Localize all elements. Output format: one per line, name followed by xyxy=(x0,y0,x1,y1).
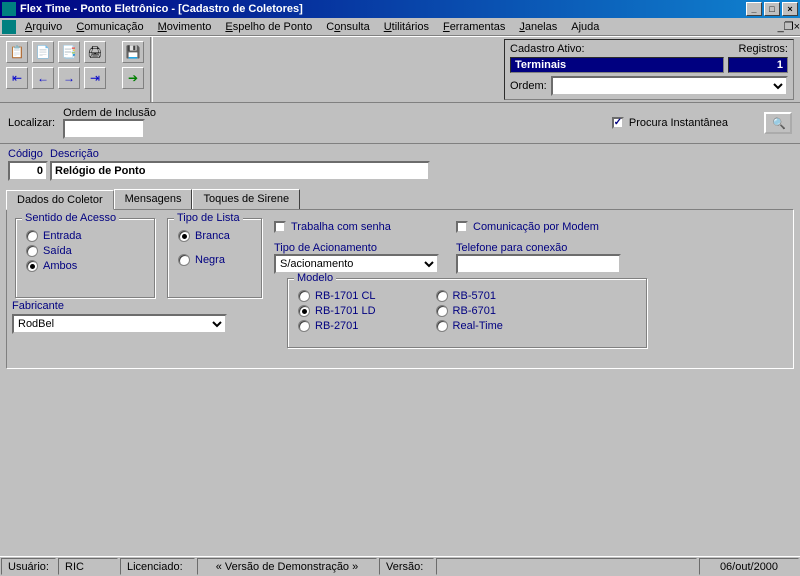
sentido-legend: Sentido de Acesso xyxy=(22,212,119,224)
tb-edit-icon[interactable]: 📄 xyxy=(32,41,54,63)
modelo-legend: Modelo xyxy=(294,272,336,284)
mdi-restore-button[interactable]: ❐ xyxy=(784,20,794,33)
close-button[interactable]: × xyxy=(782,2,798,16)
tb-exit-icon[interactable]: ➔ xyxy=(122,67,144,89)
status-demo: « Versão de Demonstração » xyxy=(197,558,377,575)
codigo-label: Código xyxy=(8,148,48,160)
group-modelo: Modelo RB-1701 CL RB-1701 LD RB-2701 RB-… xyxy=(287,278,647,348)
toolbar-row: 📋 📄 📑 🖨 💾 ⇤ ← → ⇥ ➔ Cadastro Ativo: Regi… xyxy=(0,36,800,103)
codigo-row: Código Descrição xyxy=(0,144,800,185)
mdi-close-button[interactable]: × xyxy=(794,21,800,33)
search-row: Localizar: Ordem de Inclusão Procura Ins… xyxy=(0,103,800,144)
radio-ambos[interactable]: Ambos xyxy=(26,260,144,272)
telefone-input[interactable] xyxy=(456,254,621,274)
radio-branca[interactable]: Branca xyxy=(178,230,251,242)
radio-rb5701[interactable]: RB-5701 xyxy=(436,290,503,302)
radio-rb1701cl[interactable]: RB-1701 CL xyxy=(298,290,376,302)
procura-checkbox[interactable] xyxy=(612,117,624,129)
tb-first-icon[interactable]: ⇤ xyxy=(6,67,28,89)
toolbar-right: Cadastro Ativo: Registros: Terminais 1 O… xyxy=(153,37,800,102)
menu-consulta[interactable]: Consulta xyxy=(319,19,376,35)
registros-value: 1 xyxy=(728,57,788,73)
tipo-acionamento-label: Tipo de Acionamento xyxy=(274,242,444,254)
radio-negra[interactable]: Negra xyxy=(178,254,251,266)
search-button[interactable]: 🔍 xyxy=(764,112,792,134)
app-icon xyxy=(2,2,16,16)
status-usuario-label: Usuário: xyxy=(1,558,56,575)
maximize-button[interactable]: □ xyxy=(764,2,780,16)
menu-arquivo[interactable]: Arquivo xyxy=(18,19,69,35)
menu-ferramentas[interactable]: Ferramentas xyxy=(436,19,512,35)
titlebar: Flex Time - Ponto Eletrônico - [Cadastro… xyxy=(0,0,800,18)
fabricante-label: Fabricante xyxy=(12,300,227,312)
window-title: Flex Time - Ponto Eletrônico - [Cadastro… xyxy=(20,3,303,15)
radio-realtime[interactable]: Real-Time xyxy=(436,320,503,332)
tipo-lista-legend: Tipo de Lista xyxy=(174,212,243,224)
menu-comunicacao[interactable]: Comunicação xyxy=(69,19,150,35)
menu-janelas[interactable]: Janelas xyxy=(512,19,564,35)
status-usuario: RIC xyxy=(58,558,118,575)
procura-label: Procura Instantânea xyxy=(629,117,728,129)
tb-new-icon[interactable]: 📋 xyxy=(6,41,28,63)
tb-save-icon[interactable]: 💾 xyxy=(122,41,144,63)
tb-last-icon[interactable]: ⇥ xyxy=(84,67,106,89)
ordem-inclusao-label: Ordem de Inclusão xyxy=(63,107,156,119)
localizar-label: Localizar: xyxy=(8,117,55,129)
radio-rb6701[interactable]: RB-6701 xyxy=(436,305,503,317)
procura-instantanea-check[interactable]: Procura Instantânea xyxy=(612,117,728,129)
mdi-icon xyxy=(2,20,16,34)
tb-print-icon[interactable]: 🖨 xyxy=(84,41,106,63)
status-data: 06/out/2000 xyxy=(699,558,799,575)
tab-dados-coletor[interactable]: Dados do Coletor xyxy=(6,190,114,210)
tb-next-icon[interactable]: → xyxy=(58,67,80,89)
status-licenciado-label: Licenciado: xyxy=(120,558,195,575)
tb-prev-icon[interactable]: ← xyxy=(32,67,54,89)
group-sentido: Sentido de Acesso Entrada Saída Ambos xyxy=(15,218,155,298)
cadastro-ativo-label: Cadastro Ativo: xyxy=(510,43,585,55)
radio-entrada[interactable]: Entrada xyxy=(26,230,144,242)
menu-espelho[interactable]: Espelho de Ponto xyxy=(218,19,319,35)
menu-ajuda[interactable]: Ajuda xyxy=(564,19,606,35)
tipo-acionamento-select[interactable]: S/acionamento xyxy=(274,254,439,274)
radio-rb1701ld[interactable]: RB-1701 LD xyxy=(298,305,376,317)
tb-copy-icon[interactable]: 📑 xyxy=(58,41,80,63)
telefone-label: Telefone para conexão xyxy=(456,242,626,254)
descricao-input[interactable] xyxy=(50,161,430,181)
registros-label: Registros: xyxy=(738,43,788,55)
status-versao-label: Versão: xyxy=(379,558,434,575)
check-modem[interactable]: Comunicação por Modem xyxy=(456,221,626,233)
tab-mensagens[interactable]: Mensagens xyxy=(114,189,193,209)
check-trabalha-senha[interactable]: Trabalha com senha xyxy=(274,221,444,233)
ordem-select[interactable] xyxy=(551,76,788,96)
menu-movimento[interactable]: Movimento xyxy=(151,19,219,35)
ordem-label: Ordem: xyxy=(510,80,547,92)
tabs: Dados do Coletor Mensagens Toques de Sir… xyxy=(0,185,800,209)
fabricante-select[interactable]: RodBel xyxy=(12,314,227,334)
menubar: Arquivo Comunicação Movimento Espelho de… xyxy=(0,18,800,36)
menu-utilitarios[interactable]: Utilitários xyxy=(377,19,436,35)
radio-saida[interactable]: Saída xyxy=(26,245,144,257)
minimize-button[interactable]: _ xyxy=(746,2,762,16)
fabricante-section: Fabricante RodBel xyxy=(12,300,227,334)
toolbar-left: 📋 📄 📑 🖨 💾 ⇤ ← → ⇥ ➔ xyxy=(0,37,150,102)
localizar-input[interactable] xyxy=(63,119,145,139)
descricao-label: Descrição xyxy=(50,148,430,160)
statusbar: Usuário: RIC Licenciado: « Versão de Dem… xyxy=(0,556,800,576)
codigo-input[interactable] xyxy=(8,161,48,181)
tab-toques-sirene[interactable]: Toques de Sirene xyxy=(192,189,300,209)
cadastro-ativo-value: Terminais xyxy=(510,57,724,73)
radio-rb2701[interactable]: RB-2701 xyxy=(298,320,376,332)
group-tipo-lista: Tipo de Lista Branca Negra xyxy=(167,218,262,298)
